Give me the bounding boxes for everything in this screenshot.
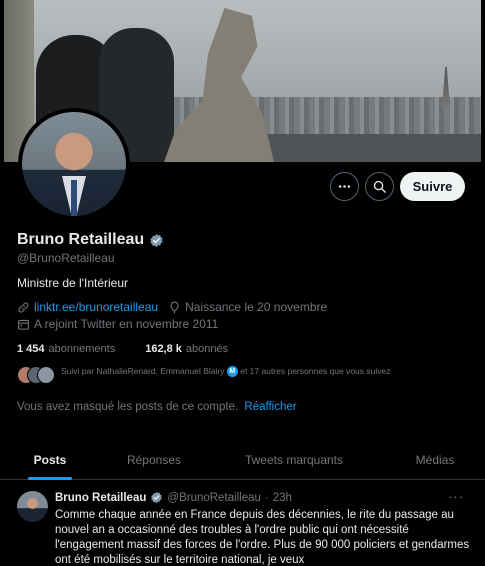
tweet[interactable]: Bruno Retailleau @BrunoRetailleau · 23h … bbox=[0, 481, 485, 566]
follower-avatars bbox=[17, 366, 55, 384]
profile-name: Bruno Retailleau bbox=[17, 231, 145, 248]
tweet-avatar[interactable] bbox=[17, 491, 48, 522]
followers-you-know[interactable]: Suivi par NathalieRenard, Emmanuel Blair… bbox=[17, 366, 461, 384]
tab-posts[interactable]: Posts bbox=[0, 440, 100, 480]
tab-replies[interactable]: Réponses bbox=[100, 440, 208, 480]
tweet-timestamp[interactable]: 23h bbox=[273, 492, 292, 504]
tab-highlights-label: Tweets marquants bbox=[244, 453, 344, 467]
active-tab-indicator bbox=[28, 477, 72, 480]
tweet-more-button[interactable]: ··· bbox=[448, 489, 464, 504]
search-icon bbox=[373, 180, 386, 193]
profile-handle: @BrunoRetailleau bbox=[17, 251, 115, 265]
following-label[interactable]: abonnements bbox=[49, 343, 116, 355]
profile-joined-date: A rejoint Twitter en novembre 2011 bbox=[34, 317, 219, 331]
tab-replies-label: Réponses bbox=[126, 453, 182, 467]
tab-media-label: Médias bbox=[415, 453, 455, 467]
muted-posts-notice: Vous avez masqué les posts de ce compte.… bbox=[17, 401, 297, 413]
followers-count[interactable]: 162,8 k bbox=[145, 343, 182, 355]
tab-media[interactable]: Médias bbox=[385, 440, 485, 480]
following-count[interactable]: 1 454 bbox=[17, 343, 45, 355]
banner-eiffel-tower bbox=[442, 67, 450, 107]
tweet-separator: · bbox=[264, 491, 269, 504]
followed-by-names: Suivi par NathalieRenard, Emmanuel Blair… bbox=[61, 366, 225, 376]
profile-avatar[interactable] bbox=[18, 108, 130, 220]
followers-label[interactable]: abonnés bbox=[186, 343, 228, 355]
banner-gargoyle bbox=[164, 8, 274, 162]
tweet-header: Bruno Retailleau @BrunoRetailleau · 23h bbox=[55, 491, 292, 504]
show-posts-link[interactable]: Réafficher bbox=[244, 401, 296, 413]
tab-highlights[interactable]: Tweets marquants bbox=[226, 440, 362, 480]
verified-badge-icon bbox=[151, 491, 163, 504]
calendar-icon bbox=[17, 318, 30, 331]
avatar-tie bbox=[71, 180, 77, 216]
profile-link[interactable]: linktr.ee/brunoretailleau bbox=[34, 300, 158, 314]
more-options-button[interactable] bbox=[330, 172, 359, 201]
muted-posts-text: Vous avez masqué les posts de ce compte. bbox=[17, 401, 239, 413]
profile-name-row: Bruno Retailleau bbox=[17, 231, 164, 249]
link-icon bbox=[17, 301, 30, 314]
tweet-author-handle[interactable]: @BrunoRetailleau bbox=[167, 492, 261, 504]
profile-meta-line-1: linktr.ee/brunoretailleau Naissance le 2… bbox=[17, 300, 327, 314]
more-horizontal-icon bbox=[338, 185, 351, 188]
affiliate-badge-icon: M bbox=[226, 366, 238, 378]
profile-birthday: Naissance le 20 novembre bbox=[185, 300, 328, 314]
profile-tabs: Posts Réponses Tweets marquants Médias bbox=[0, 440, 485, 480]
verified-badge-icon[interactable] bbox=[149, 233, 164, 248]
follower-avatar bbox=[37, 366, 55, 384]
tab-posts-label: Posts bbox=[33, 453, 67, 467]
profile-stats: 1 454 abonnements 162,8 k abonnés bbox=[17, 343, 228, 355]
followed-by-suffix: et 17 autres personnes que vous suivez bbox=[240, 366, 391, 376]
follow-button[interactable]: Suivre bbox=[400, 172, 465, 201]
search-profile-button[interactable] bbox=[365, 172, 394, 201]
tweet-text: Comme chaque année en France depuis des … bbox=[55, 509, 470, 566]
profile-bio: Ministre de l'Intérieur bbox=[17, 276, 128, 290]
tweet-author-name[interactable]: Bruno Retailleau bbox=[55, 492, 146, 504]
birthday-icon bbox=[168, 301, 181, 314]
followers-you-know-text: Suivi par NathalieRenard, Emmanuel Blair… bbox=[61, 366, 461, 378]
profile-meta-line-2: A rejoint Twitter en novembre 2011 bbox=[17, 317, 218, 331]
